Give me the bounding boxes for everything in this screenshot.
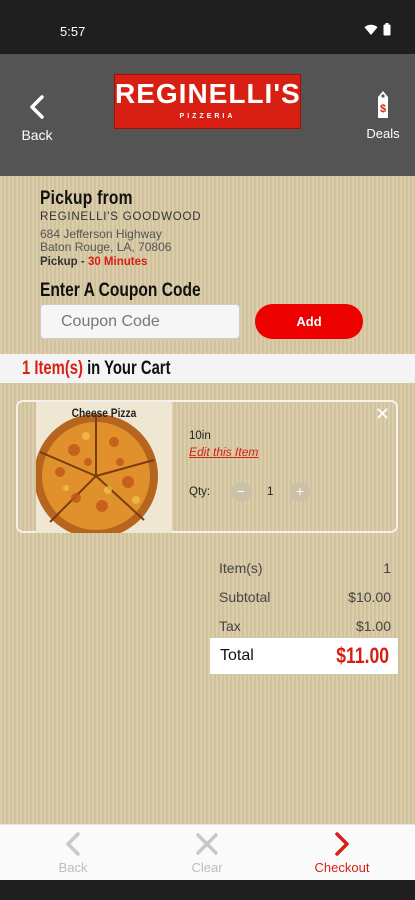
item-name: Cheese Pizza (71, 406, 137, 420)
status-icons (364, 23, 391, 36)
system-gesture-bar (0, 880, 415, 900)
coupon-code-input[interactable] (40, 304, 240, 339)
bottom-back-button[interactable]: Back (4, 825, 142, 881)
edit-item-link[interactable]: Edit this Item (189, 445, 258, 459)
summary-subtotal-value: $10.00 (348, 589, 391, 605)
add-coupon-button[interactable]: Add (255, 304, 363, 339)
cart-content: Pickup from REGINELLI'S GOODWOOD 684 Jef… (0, 176, 415, 824)
bottom-back-label: Back (58, 860, 88, 875)
close-icon (196, 833, 218, 855)
clear-label: Clear (191, 860, 223, 875)
store-address-line1: 684 Jefferson Highway (40, 227, 162, 241)
summary-subtotal-row: Subtotal $10.00 (219, 589, 391, 605)
header-back-label: Back (21, 127, 53, 143)
status-time: 5:57 (60, 24, 86, 39)
pickup-time-line: Pickup - 30 Minutes (40, 256, 147, 268)
checkout-button[interactable]: Checkout (273, 825, 411, 881)
pickup-title: Pickup from (40, 188, 133, 209)
logo-subtitle: PIZZERIA (179, 113, 236, 120)
battery-icon (383, 23, 391, 36)
summary-items-label: Item(s) (219, 560, 263, 576)
pickup-label: Pickup - (40, 256, 88, 268)
logo-title: REGINELLI'S (115, 78, 301, 109)
item-image: Cheese Pizza (36, 402, 172, 533)
summary-items-value: 1 (383, 560, 391, 576)
chevron-left-icon (66, 832, 80, 856)
summary-tax-value: $1.00 (355, 618, 391, 634)
deals-button[interactable]: $ Deals (361, 90, 405, 141)
cart-count-bar: 1 Item(s) in Your Cart (0, 354, 415, 383)
bottom-nav: Back Clear Checkout (0, 824, 415, 880)
qty-decrease-button[interactable]: − (231, 482, 251, 502)
cart-count-suffix: in Your Cart (82, 358, 171, 379)
remove-item-button[interactable]: ✕ (375, 404, 390, 425)
qty-value: 1 (267, 486, 274, 498)
chevron-left-icon (30, 95, 44, 119)
cart-count-text: 1 Item(s) in Your Cart (22, 358, 171, 380)
chevron-right-icon (335, 832, 349, 856)
total-label: Total (220, 647, 254, 664)
price-tag-icon: $ (378, 91, 388, 118)
store-name: REGINELLI'S GOODWOOD (40, 211, 202, 223)
pizza-image (36, 402, 172, 533)
brand-logo: REGINELLI'S PIZZERIA (114, 74, 301, 129)
pickup-time: 30 Minutes (87, 256, 148, 268)
cart-count: 1 Item(s) (22, 358, 83, 379)
cart-item-card: Cheese Pizza ✕ 10in Edit this Item Qty: … (16, 400, 398, 533)
summary-tax-label: Tax (219, 618, 241, 634)
price-tag-symbol: $ (380, 103, 386, 115)
clear-cart-button[interactable]: Clear (138, 825, 276, 881)
summary-items-row: Item(s) 1 (219, 560, 391, 576)
header-back-button[interactable]: Back (16, 94, 58, 143)
store-address-line2: Baton Rouge, LA, 70806 (40, 240, 172, 254)
checkout-label: Checkout (314, 860, 370, 875)
app-header: Back REGINELLI'S PIZZERIA $ Deals (0, 54, 415, 176)
wifi-icon (364, 24, 378, 35)
status-bar: 5:57 (0, 0, 415, 54)
item-size: 10in (189, 430, 211, 442)
summary-subtotal-label: Subtotal (219, 589, 271, 605)
qty-label: Qty: (189, 486, 211, 498)
qty-increase-button[interactable]: + (290, 482, 310, 502)
coupon-title: Enter A Coupon Code (40, 280, 201, 301)
total-value: $11.00 (336, 643, 389, 668)
summary-total-row: Total $11.00 (210, 638, 398, 674)
summary-tax-row: Tax $1.00 (219, 618, 391, 634)
deals-label: Deals (366, 126, 400, 141)
